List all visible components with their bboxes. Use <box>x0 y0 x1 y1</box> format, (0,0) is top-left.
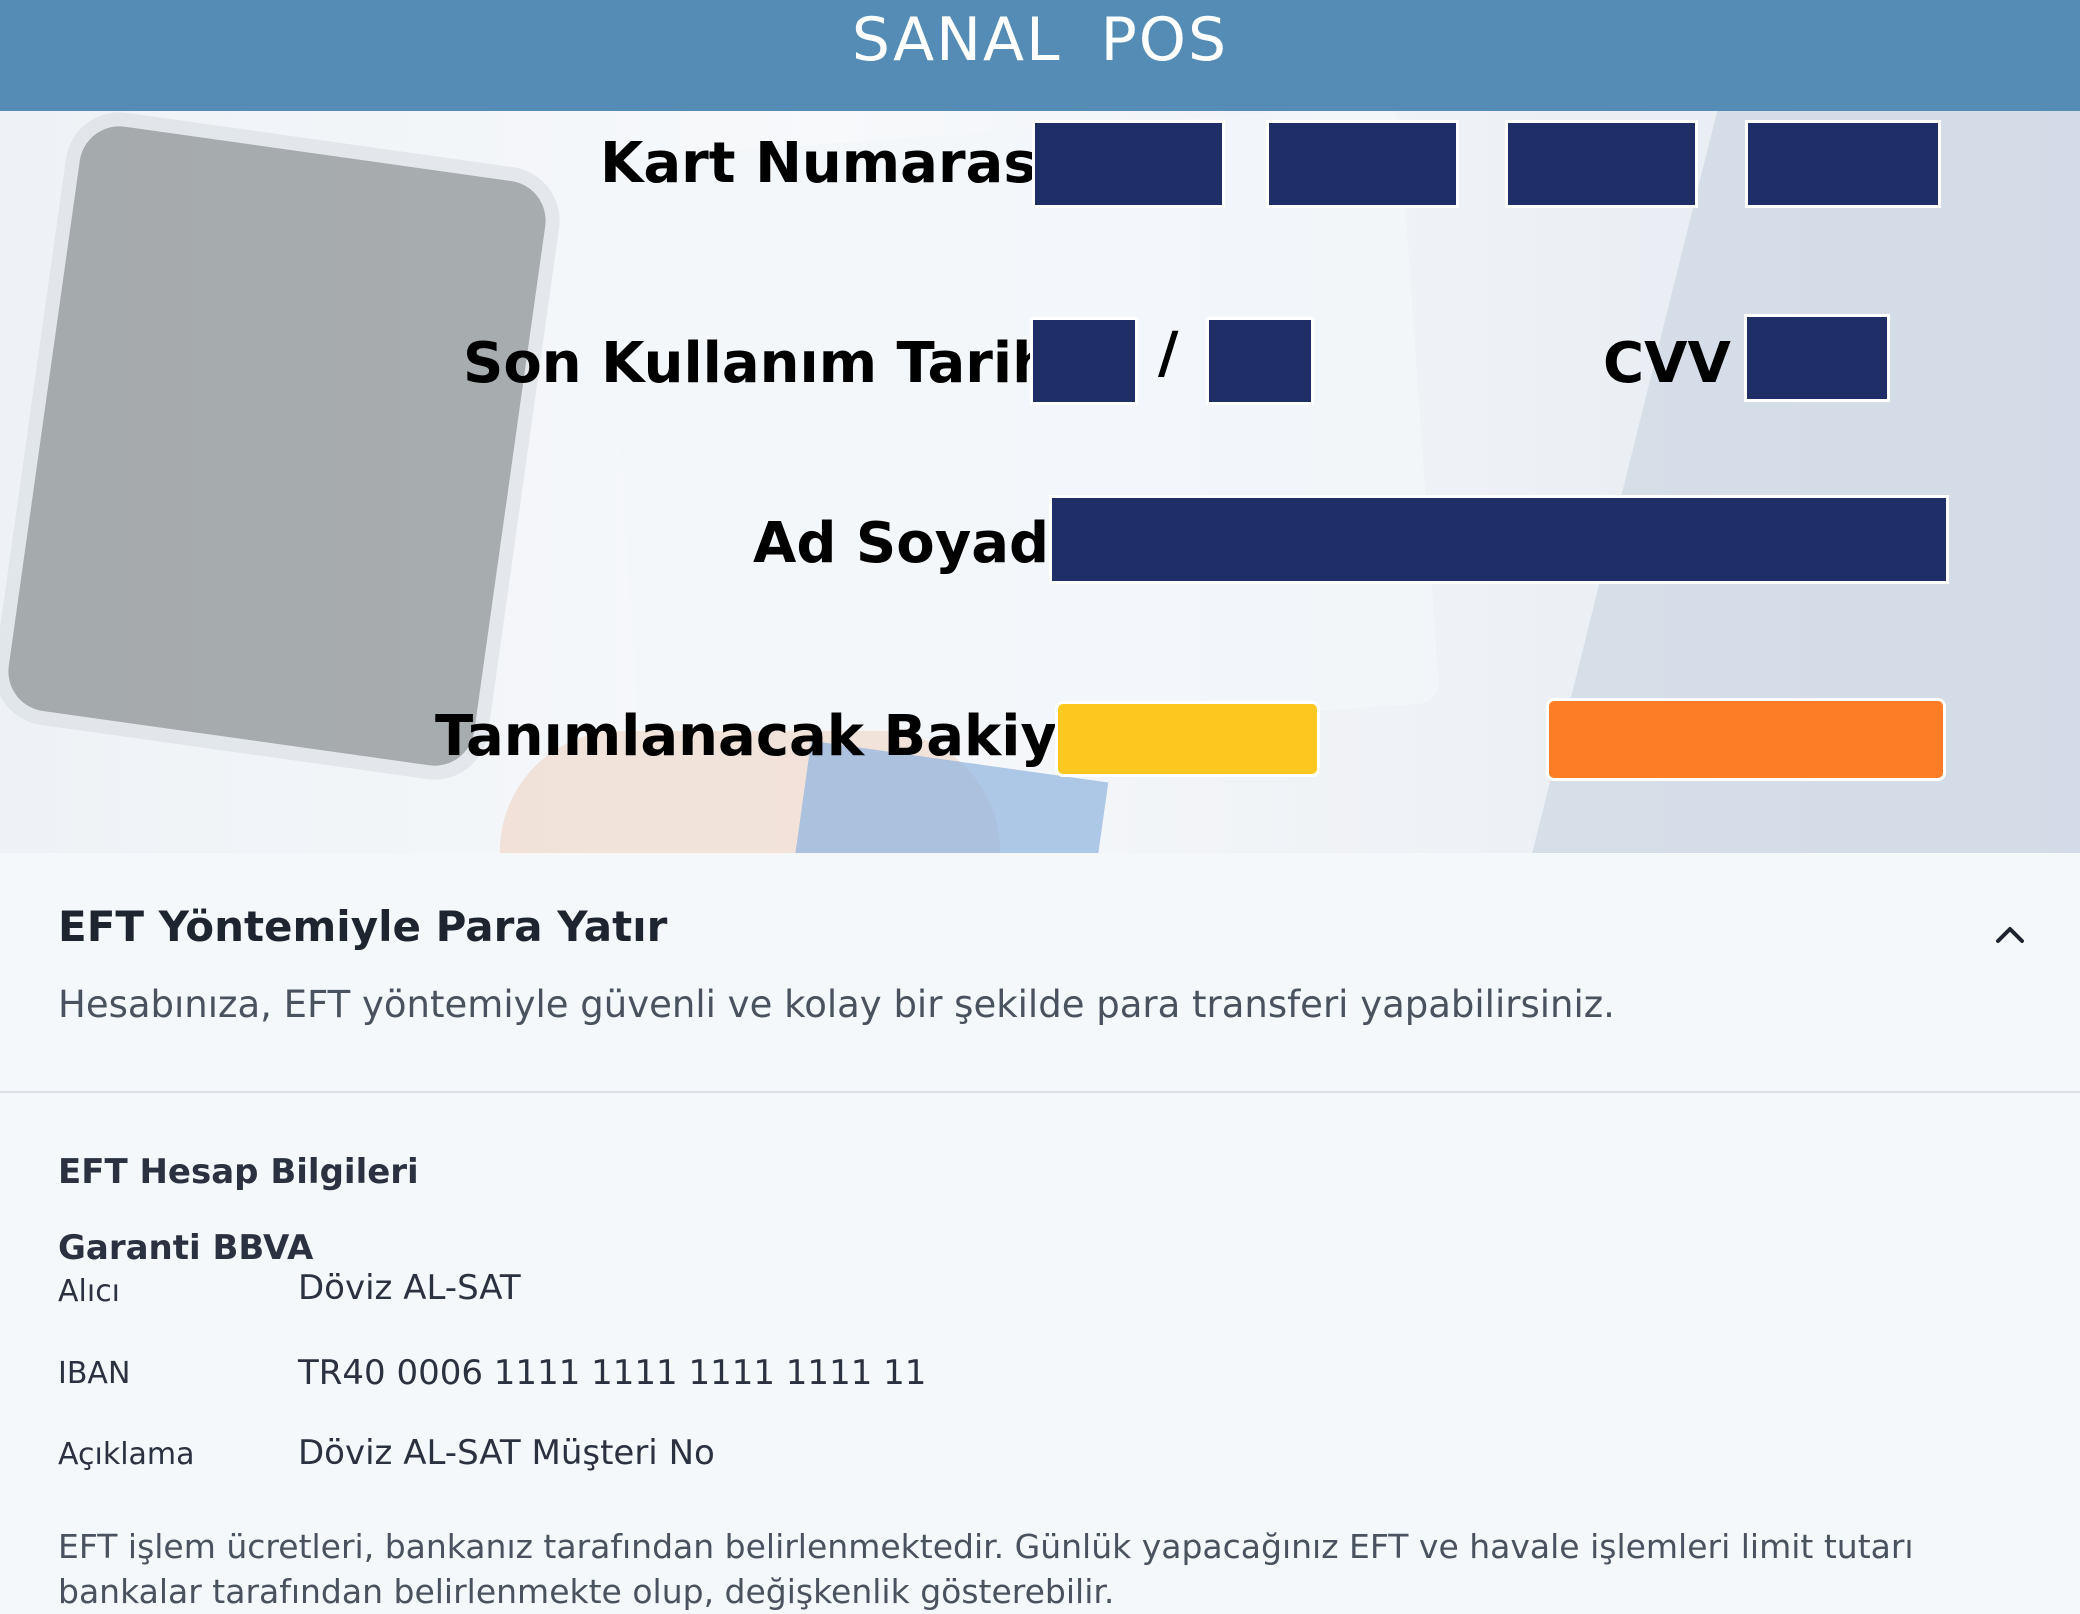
eft-account-info-title: EFT Hesap Bilgileri <box>58 1152 419 1192</box>
recipient-key: Alıcı <box>58 1274 121 1309</box>
description-key: Açıklama <box>58 1437 195 1472</box>
card-number-field-4[interactable] <box>1745 120 1941 208</box>
cvv-label: CVV <box>1603 331 1731 396</box>
background-phone <box>3 121 551 771</box>
balance-option-orange[interactable] <box>1546 698 1946 781</box>
balance-label: Tanımlanacak Bakiye <box>435 704 1095 769</box>
header-bar: SANAL POS <box>0 0 2080 111</box>
expiry-year-field[interactable] <box>1206 317 1314 405</box>
description-value: Döviz AL-SAT Müşteri No <box>298 1433 715 1473</box>
card-number-label: Kart Numarası <box>600 131 1056 196</box>
background-notebook <box>600 111 1440 759</box>
iban-value: TR40 0006 1111 1111 1111 1111 11 <box>298 1353 927 1393</box>
bank-name: Garanti BBVA <box>58 1228 314 1268</box>
eft-description: Hesabınıza, EFT yöntemiyle güvenli ve ko… <box>58 983 1615 1026</box>
balance-option-yellow[interactable] <box>1055 701 1320 777</box>
eft-fee-note: EFT işlem ücretleri, bankanız tarafından… <box>58 1527 1914 1611</box>
iban-key: IBAN <box>58 1356 131 1391</box>
card-number-field-2[interactable] <box>1266 120 1459 208</box>
chevron-up-icon[interactable] <box>1990 915 2030 955</box>
card-number-field-3[interactable] <box>1505 120 1698 208</box>
payment-form-area: Kart Numarası Son Kullanım Tarihi / CVV … <box>0 111 2080 853</box>
cvv-field[interactable] <box>1744 314 1890 402</box>
page-title: SANAL POS <box>851 4 1229 75</box>
recipient-value: Döviz AL-SAT <box>298 1268 521 1308</box>
card-number-field-1[interactable] <box>1032 120 1225 208</box>
name-field[interactable] <box>1049 495 1949 584</box>
name-label: Ad Soyad <box>753 511 1050 576</box>
expiry-label: Son Kullanım Tarihi <box>463 331 1072 396</box>
expiry-month-field[interactable] <box>1030 317 1138 405</box>
eft-section-title: EFT Yöntemiyle Para Yatır <box>58 902 668 951</box>
section-divider <box>0 1091 2080 1093</box>
expiry-separator: / <box>1158 321 1179 386</box>
